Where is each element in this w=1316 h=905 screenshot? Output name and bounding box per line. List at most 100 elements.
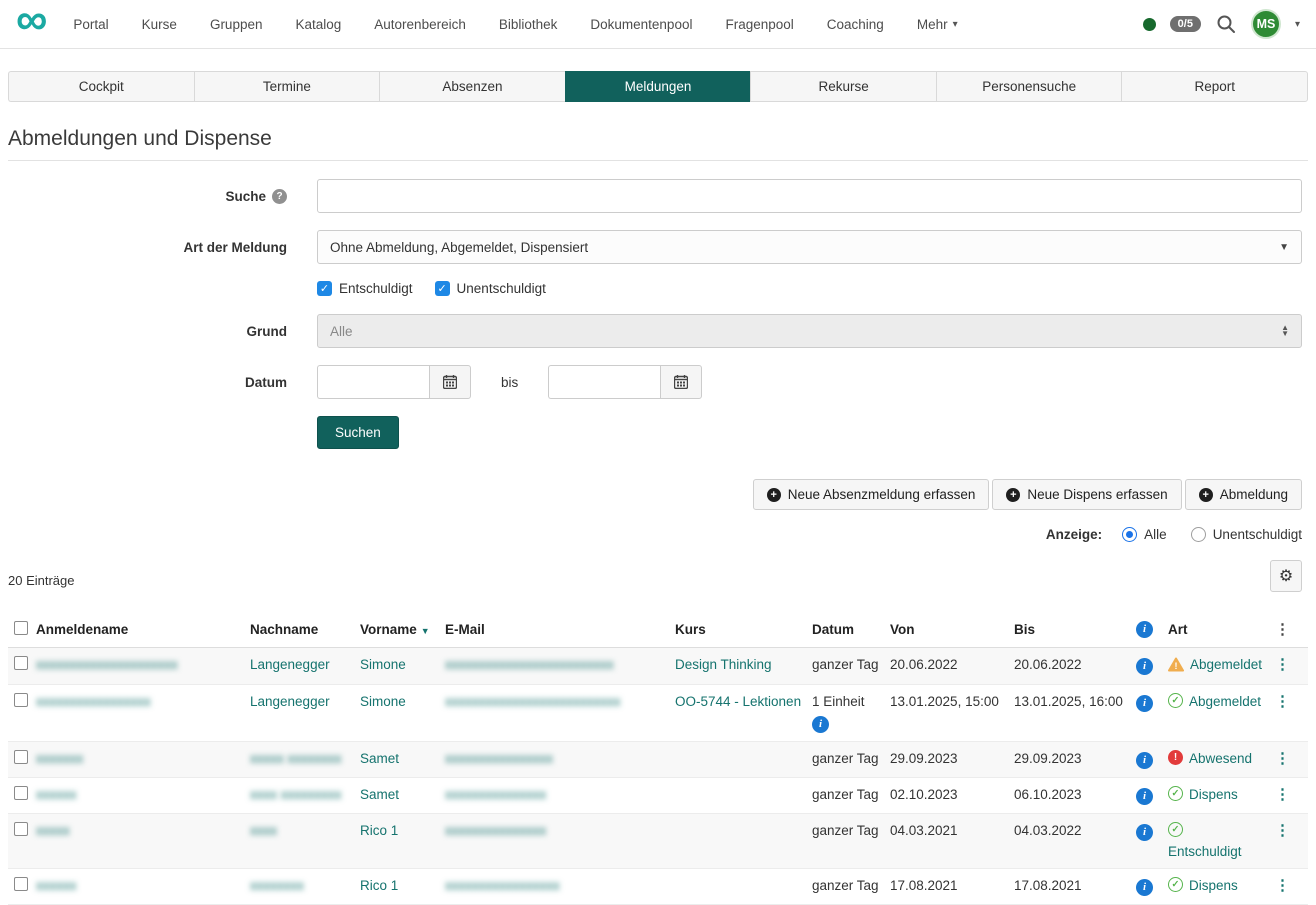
help-icon[interactable]: ? bbox=[272, 189, 287, 204]
email-link[interactable]: xxxxxxxxxxxxxxx bbox=[445, 787, 546, 802]
col-anmeldename[interactable]: Anmeldename bbox=[36, 612, 250, 648]
suchen-button[interactable]: Suchen bbox=[317, 416, 399, 449]
vorname-link[interactable]: Rico 1 bbox=[360, 878, 398, 893]
tab-absenzen[interactable]: Absenzen bbox=[379, 71, 565, 102]
radio-alle[interactable]: Alle bbox=[1122, 527, 1167, 542]
vorname-link[interactable]: Samet bbox=[360, 751, 399, 766]
infinity-logo[interactable]: ∞ bbox=[16, 5, 47, 35]
nachname-link[interactable]: xxxxx xxxxxxxx bbox=[250, 751, 342, 766]
radio-unentschuldigt[interactable]: Unentschuldigt bbox=[1191, 527, 1302, 542]
col-bis[interactable]: Bis bbox=[1014, 612, 1136, 648]
col-vorname[interactable]: Vorname▼ bbox=[360, 612, 445, 648]
info-icon[interactable]: i bbox=[1136, 788, 1153, 805]
tab-rekurse[interactable]: Rekurse bbox=[750, 71, 936, 102]
art-label[interactable]: Abgemeldet bbox=[1189, 693, 1261, 710]
nav-item-gruppen[interactable]: Gruppen bbox=[210, 17, 263, 32]
email-link[interactable]: xxxxxxxxxxxxxxx bbox=[445, 823, 546, 838]
anmeldename-link[interactable]: xxxxxxxxxxxxxxxxx bbox=[36, 694, 151, 709]
row-checkbox[interactable] bbox=[14, 822, 28, 836]
checkbox-unentschuldigt[interactable]: ✓Unentschuldigt bbox=[435, 281, 546, 296]
info-icon[interactable]: i bbox=[812, 716, 829, 733]
email-link[interactable]: xxxxxxxxxxxxxxxxx bbox=[445, 878, 560, 893]
art-label[interactable]: Entschuldigt bbox=[1168, 843, 1267, 860]
calendar-icon[interactable] bbox=[429, 365, 471, 399]
tab-cockpit[interactable]: Cockpit bbox=[8, 71, 194, 102]
col-datum[interactable]: Datum bbox=[812, 612, 890, 648]
nachname-link[interactable]: Langenegger bbox=[250, 694, 330, 709]
col-von[interactable]: Von bbox=[890, 612, 1014, 648]
nav-item-bibliothek[interactable]: Bibliothek bbox=[499, 17, 558, 32]
row-menu-icon[interactable]: ⋮ bbox=[1275, 656, 1290, 673]
row-menu-icon[interactable]: ⋮ bbox=[1275, 877, 1290, 894]
nav-item-dokumentenpool[interactable]: Dokumentenpool bbox=[590, 17, 692, 32]
neue-dispens-erfassen-button[interactable]: +Neue Dispens erfassen bbox=[992, 479, 1181, 510]
gear-icon[interactable]: ⚙ bbox=[1270, 560, 1302, 592]
row-menu-icon[interactable]: ⋮ bbox=[1275, 786, 1290, 803]
col-art[interactable]: Art bbox=[1168, 612, 1275, 648]
tab-personensuche[interactable]: Personensuche bbox=[936, 71, 1122, 102]
nav-item-katalog[interactable]: Katalog bbox=[295, 17, 341, 32]
info-icon[interactable]: i bbox=[1136, 752, 1153, 769]
neue-absenzmeldung-erfassen-button[interactable]: +Neue Absenzmeldung erfassen bbox=[753, 479, 990, 510]
nachname-link[interactable]: xxxx xxxxxxxxx bbox=[250, 787, 342, 802]
row-menu-icon[interactable]: ⋮ bbox=[1275, 822, 1290, 839]
anmeldename-link[interactable]: xxxxx bbox=[36, 823, 70, 838]
row-checkbox[interactable] bbox=[14, 786, 28, 800]
row-checkbox[interactable] bbox=[14, 656, 28, 670]
col-kurs[interactable]: Kurs bbox=[675, 612, 812, 648]
email-link[interactable]: xxxxxxxxxxxxxxxxxxxxxxxxx bbox=[445, 657, 614, 672]
anmeldename-link[interactable]: xxxxxx bbox=[36, 878, 77, 893]
email-link[interactable]: xxxxxxxxxxxxxxxx bbox=[445, 751, 553, 766]
nachname-link[interactable]: xxxxxxxx bbox=[250, 878, 304, 893]
kurs-link[interactable]: Design Thinking bbox=[675, 657, 772, 672]
col-nachname[interactable]: Nachname bbox=[250, 612, 360, 648]
kurs-link[interactable]: OO-5744 - Lektionen bbox=[675, 694, 801, 709]
info-icon[interactable]: i bbox=[1136, 695, 1153, 712]
info-icon[interactable]: i bbox=[1136, 879, 1153, 896]
row-checkbox[interactable] bbox=[14, 877, 28, 891]
calendar-icon[interactable] bbox=[660, 365, 702, 399]
grund-select[interactable]: Alle ▲▼ bbox=[317, 314, 1302, 348]
select-all-checkbox[interactable] bbox=[14, 621, 28, 635]
abmeldung-button[interactable]: +Abmeldung bbox=[1185, 479, 1302, 510]
anmeldename-link[interactable]: xxxxxxxxxxxxxxxxxxxxx bbox=[36, 657, 178, 672]
art-label[interactable]: Dispens bbox=[1189, 877, 1238, 894]
row-menu-icon[interactable]: ⋮ bbox=[1275, 750, 1290, 767]
anmeldename-link[interactable]: xxxxxxx bbox=[36, 751, 83, 766]
header-menu-icon[interactable]: ⋮ bbox=[1275, 621, 1290, 638]
nachname-link[interactable]: Langenegger bbox=[250, 657, 330, 672]
info-icon[interactable]: i bbox=[1136, 658, 1153, 675]
email-link[interactable]: xxxxxxxxxxxxxxxxxxxxxxxxxx bbox=[445, 694, 621, 709]
datum-von-input[interactable] bbox=[317, 365, 429, 399]
tab-termine[interactable]: Termine bbox=[194, 71, 380, 102]
nav-item-portal[interactable]: Portal bbox=[73, 17, 108, 32]
vorname-link[interactable]: Simone bbox=[360, 657, 406, 672]
avatar-caret-icon[interactable]: ▾ bbox=[1295, 19, 1300, 30]
vorname-link[interactable]: Rico 1 bbox=[360, 823, 398, 838]
row-menu-icon[interactable]: ⋮ bbox=[1275, 693, 1290, 710]
nav-item-mehr[interactable]: Mehr▾ bbox=[917, 17, 958, 32]
col-email[interactable]: E-Mail bbox=[445, 612, 675, 648]
row-checkbox[interactable] bbox=[14, 693, 28, 707]
row-checkbox[interactable] bbox=[14, 750, 28, 764]
nav-item-kurse[interactable]: Kurse bbox=[142, 17, 177, 32]
vorname-link[interactable]: Simone bbox=[360, 694, 406, 709]
datum-bis-input[interactable] bbox=[548, 365, 660, 399]
art-label[interactable]: Abwesend bbox=[1189, 750, 1252, 767]
nachname-link[interactable]: xxxx bbox=[250, 823, 277, 838]
suche-input[interactable] bbox=[317, 179, 1302, 213]
art-label[interactable]: Dispens bbox=[1189, 786, 1238, 803]
vorname-link[interactable]: Samet bbox=[360, 787, 399, 802]
art-der-meldung-dropdown[interactable]: Ohne Abmeldung, Abgemeldet, Dispensiert … bbox=[317, 230, 1302, 264]
search-icon[interactable] bbox=[1215, 13, 1237, 35]
tab-report[interactable]: Report bbox=[1121, 71, 1308, 102]
art-label[interactable]: Abgemeldet bbox=[1190, 656, 1262, 673]
info-icon[interactable]: i bbox=[1136, 824, 1153, 841]
nav-item-coaching[interactable]: Coaching bbox=[827, 17, 884, 32]
nav-item-fragenpool[interactable]: Fragenpool bbox=[725, 17, 793, 32]
tab-meldungen[interactable]: Meldungen bbox=[565, 71, 751, 102]
nav-item-autorenbereich[interactable]: Autorenbereich bbox=[374, 17, 466, 32]
checkbox-entschuldigt[interactable]: ✓Entschuldigt bbox=[317, 281, 413, 296]
info-column-icon[interactable]: i bbox=[1136, 621, 1153, 638]
avatar[interactable]: MS bbox=[1251, 9, 1281, 39]
